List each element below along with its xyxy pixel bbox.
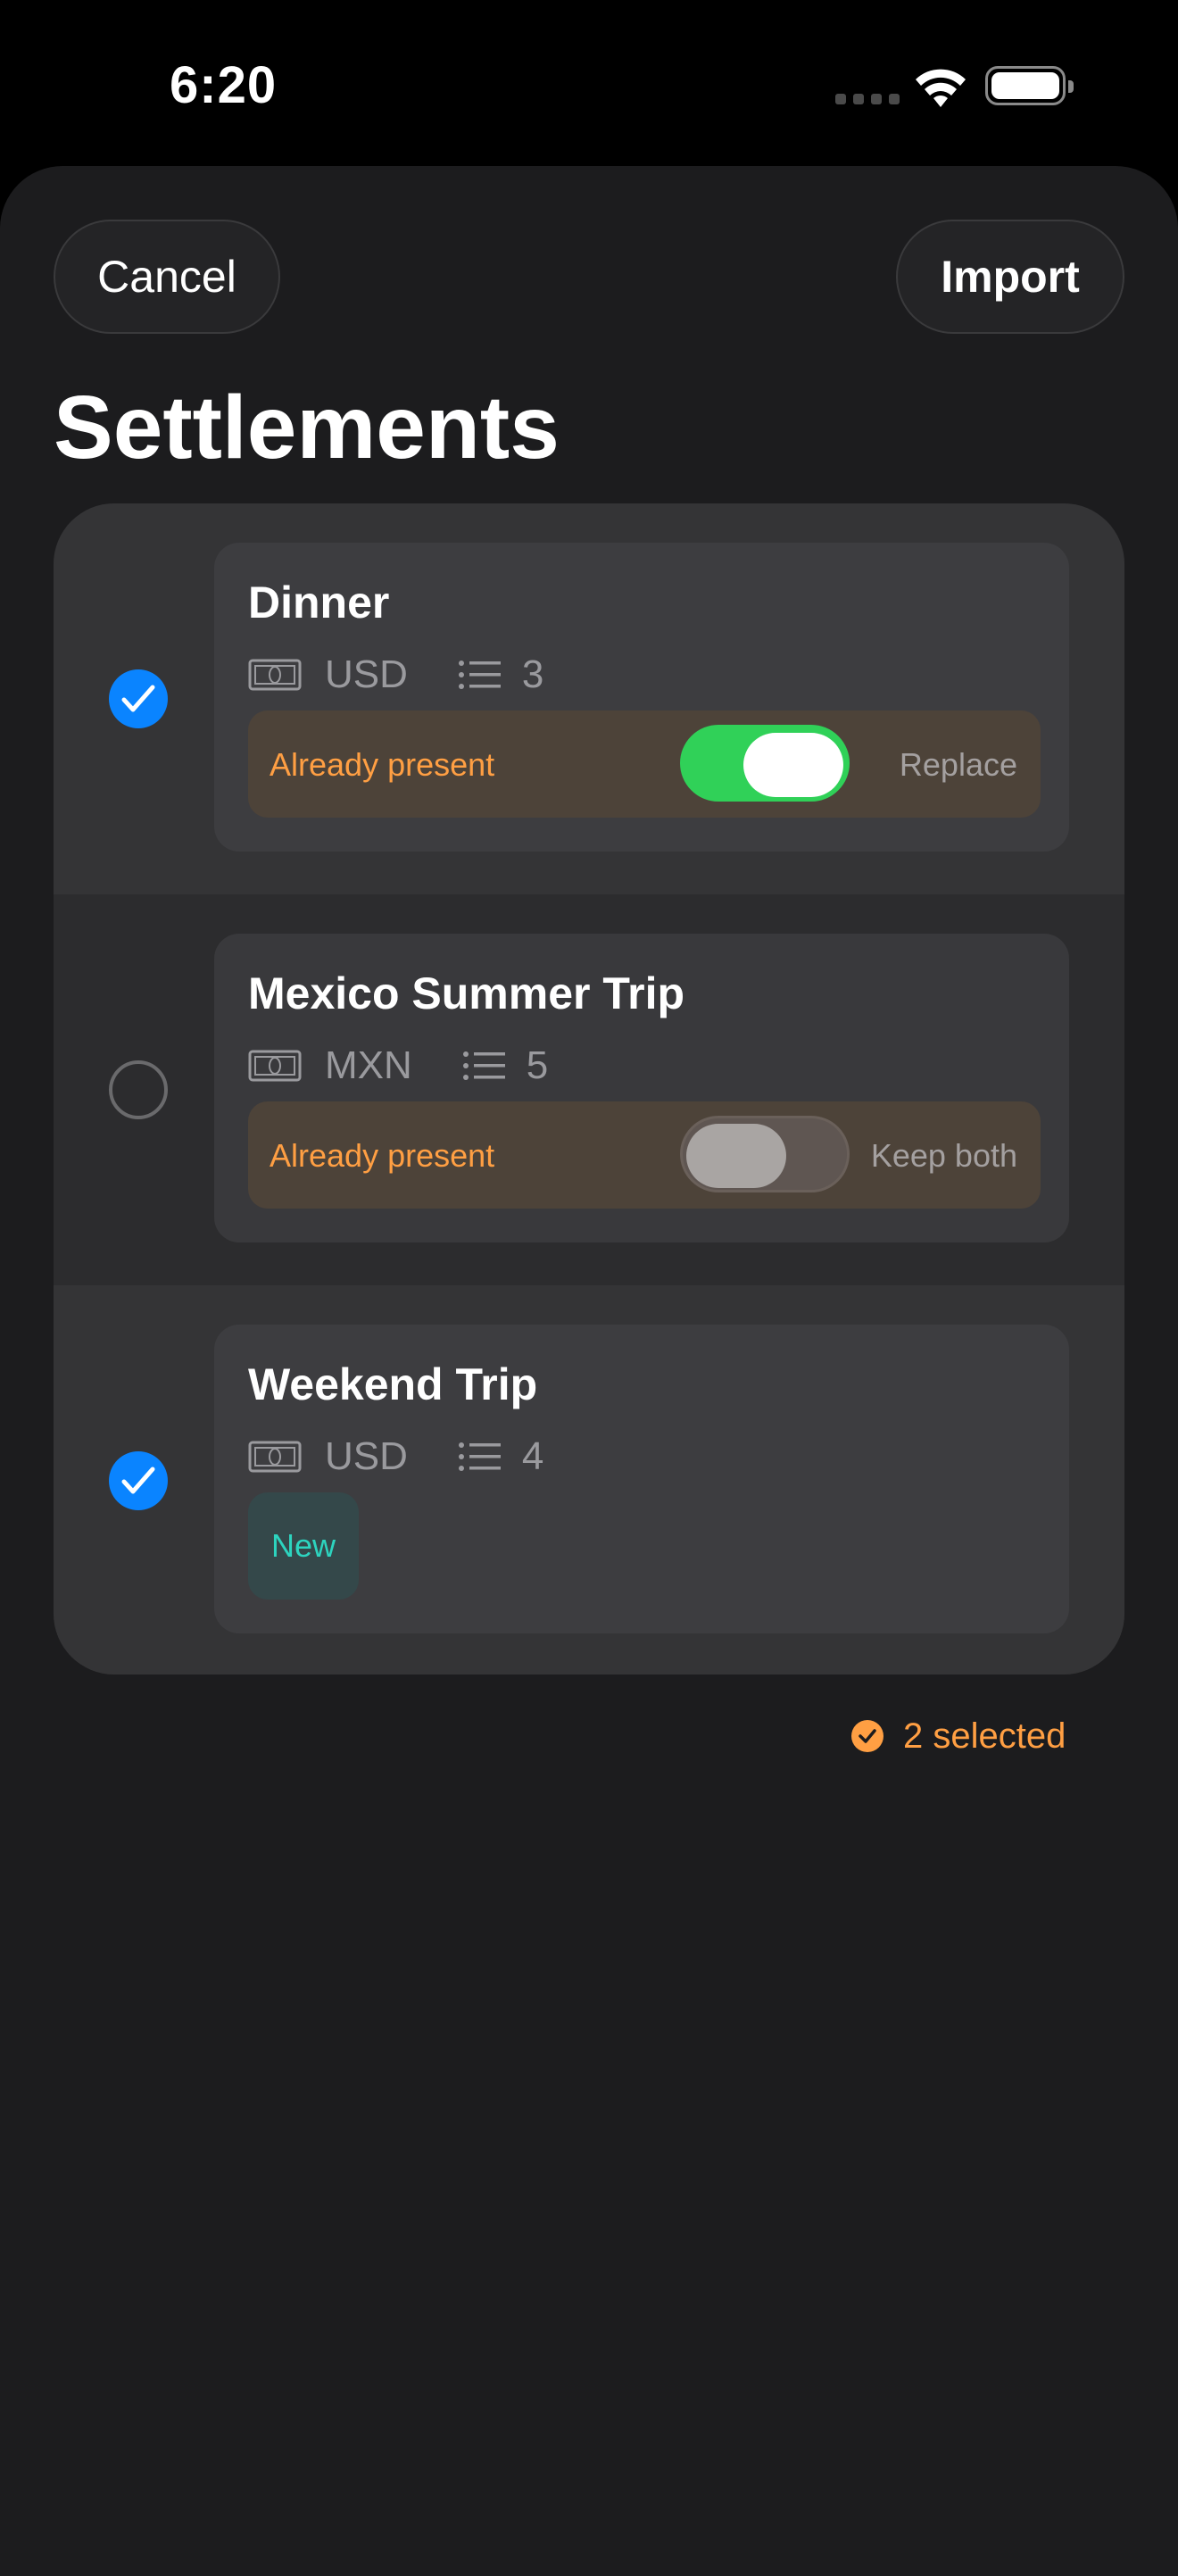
status-time: 6:20 <box>170 56 278 114</box>
settlement-name: Weekend Trip <box>248 1359 538 1409</box>
new-status-badge: New <box>248 1492 359 1600</box>
list-item[interactable]: Weekend Trip USD 4 New <box>54 1285 1124 1674</box>
dynamic-island <box>421 37 757 136</box>
list-icon <box>462 1051 505 1080</box>
currency-label: MXN <box>325 1043 412 1087</box>
settlement-card: Dinner USD 3 Already present Replace <box>214 543 1069 852</box>
selection-count: 2 selected <box>903 1716 1066 1756</box>
conflict-status: Already present <box>270 746 495 783</box>
list-icon <box>458 661 501 689</box>
replace-toggle[interactable] <box>680 1116 850 1192</box>
banknote-icon <box>248 1441 302 1473</box>
settlement-name: Mexico Summer Trip <box>248 968 685 1018</box>
settlement-card: Mexico Summer Trip MXN 5 Already present… <box>214 934 1069 1242</box>
list-icon <box>458 1442 501 1471</box>
settlement-name: Dinner <box>248 578 390 627</box>
checkmark-icon <box>851 1720 884 1752</box>
replace-toggle[interactable] <box>680 725 850 802</box>
toggle-label: Replace <box>899 746 1017 783</box>
settlement-list: Dinner USD 3 Already present Replace Mex… <box>54 503 1124 1674</box>
selection-checkbox-unchecked[interactable] <box>109 1060 168 1119</box>
selection-summary: 2 selected <box>851 1714 1066 1758</box>
conflict-banner: Already present Replace <box>248 710 1041 818</box>
settlement-card: Weekend Trip USD 4 New <box>214 1325 1069 1633</box>
list-item[interactable]: Mexico Summer Trip MXN 5 Already present… <box>54 894 1124 1285</box>
currency-label: USD <box>325 652 408 696</box>
selection-checkbox-checked[interactable] <box>109 669 168 728</box>
entry-count: 3 <box>521 652 544 696</box>
conflict-banner: Already present Keep both <box>248 1101 1041 1209</box>
entry-count: 4 <box>521 1434 544 1478</box>
toggle-label: Keep both <box>870 1137 1017 1174</box>
currency-label: USD <box>325 1434 408 1478</box>
import-button[interactable]: Import <box>896 220 1124 334</box>
entry-count: 5 <box>526 1043 549 1087</box>
checkmark-icon <box>121 685 155 712</box>
cellular-signal-icon <box>835 93 907 109</box>
wifi-icon <box>916 69 966 107</box>
selection-checkbox-checked[interactable] <box>109 1451 168 1510</box>
cancel-button[interactable]: Cancel <box>54 220 280 334</box>
list-item[interactable]: Dinner USD 3 Already present Replace <box>54 503 1124 894</box>
import-sheet: Cancel Import Settlements Dinner USD 3 A… <box>0 166 1178 2576</box>
battery-icon <box>985 66 1074 105</box>
settlement-meta: USD 3 <box>248 648 543 702</box>
conflict-status: Already present <box>270 1137 495 1174</box>
banknote-icon <box>248 659 302 691</box>
checkmark-icon <box>121 1467 155 1494</box>
banknote-icon <box>248 1050 302 1082</box>
settlement-meta: USD 4 <box>248 1430 543 1483</box>
settlement-meta: MXN 5 <box>248 1039 548 1093</box>
status-bar: 6:20 <box>0 0 1178 161</box>
page-title: Settlements <box>54 378 560 478</box>
